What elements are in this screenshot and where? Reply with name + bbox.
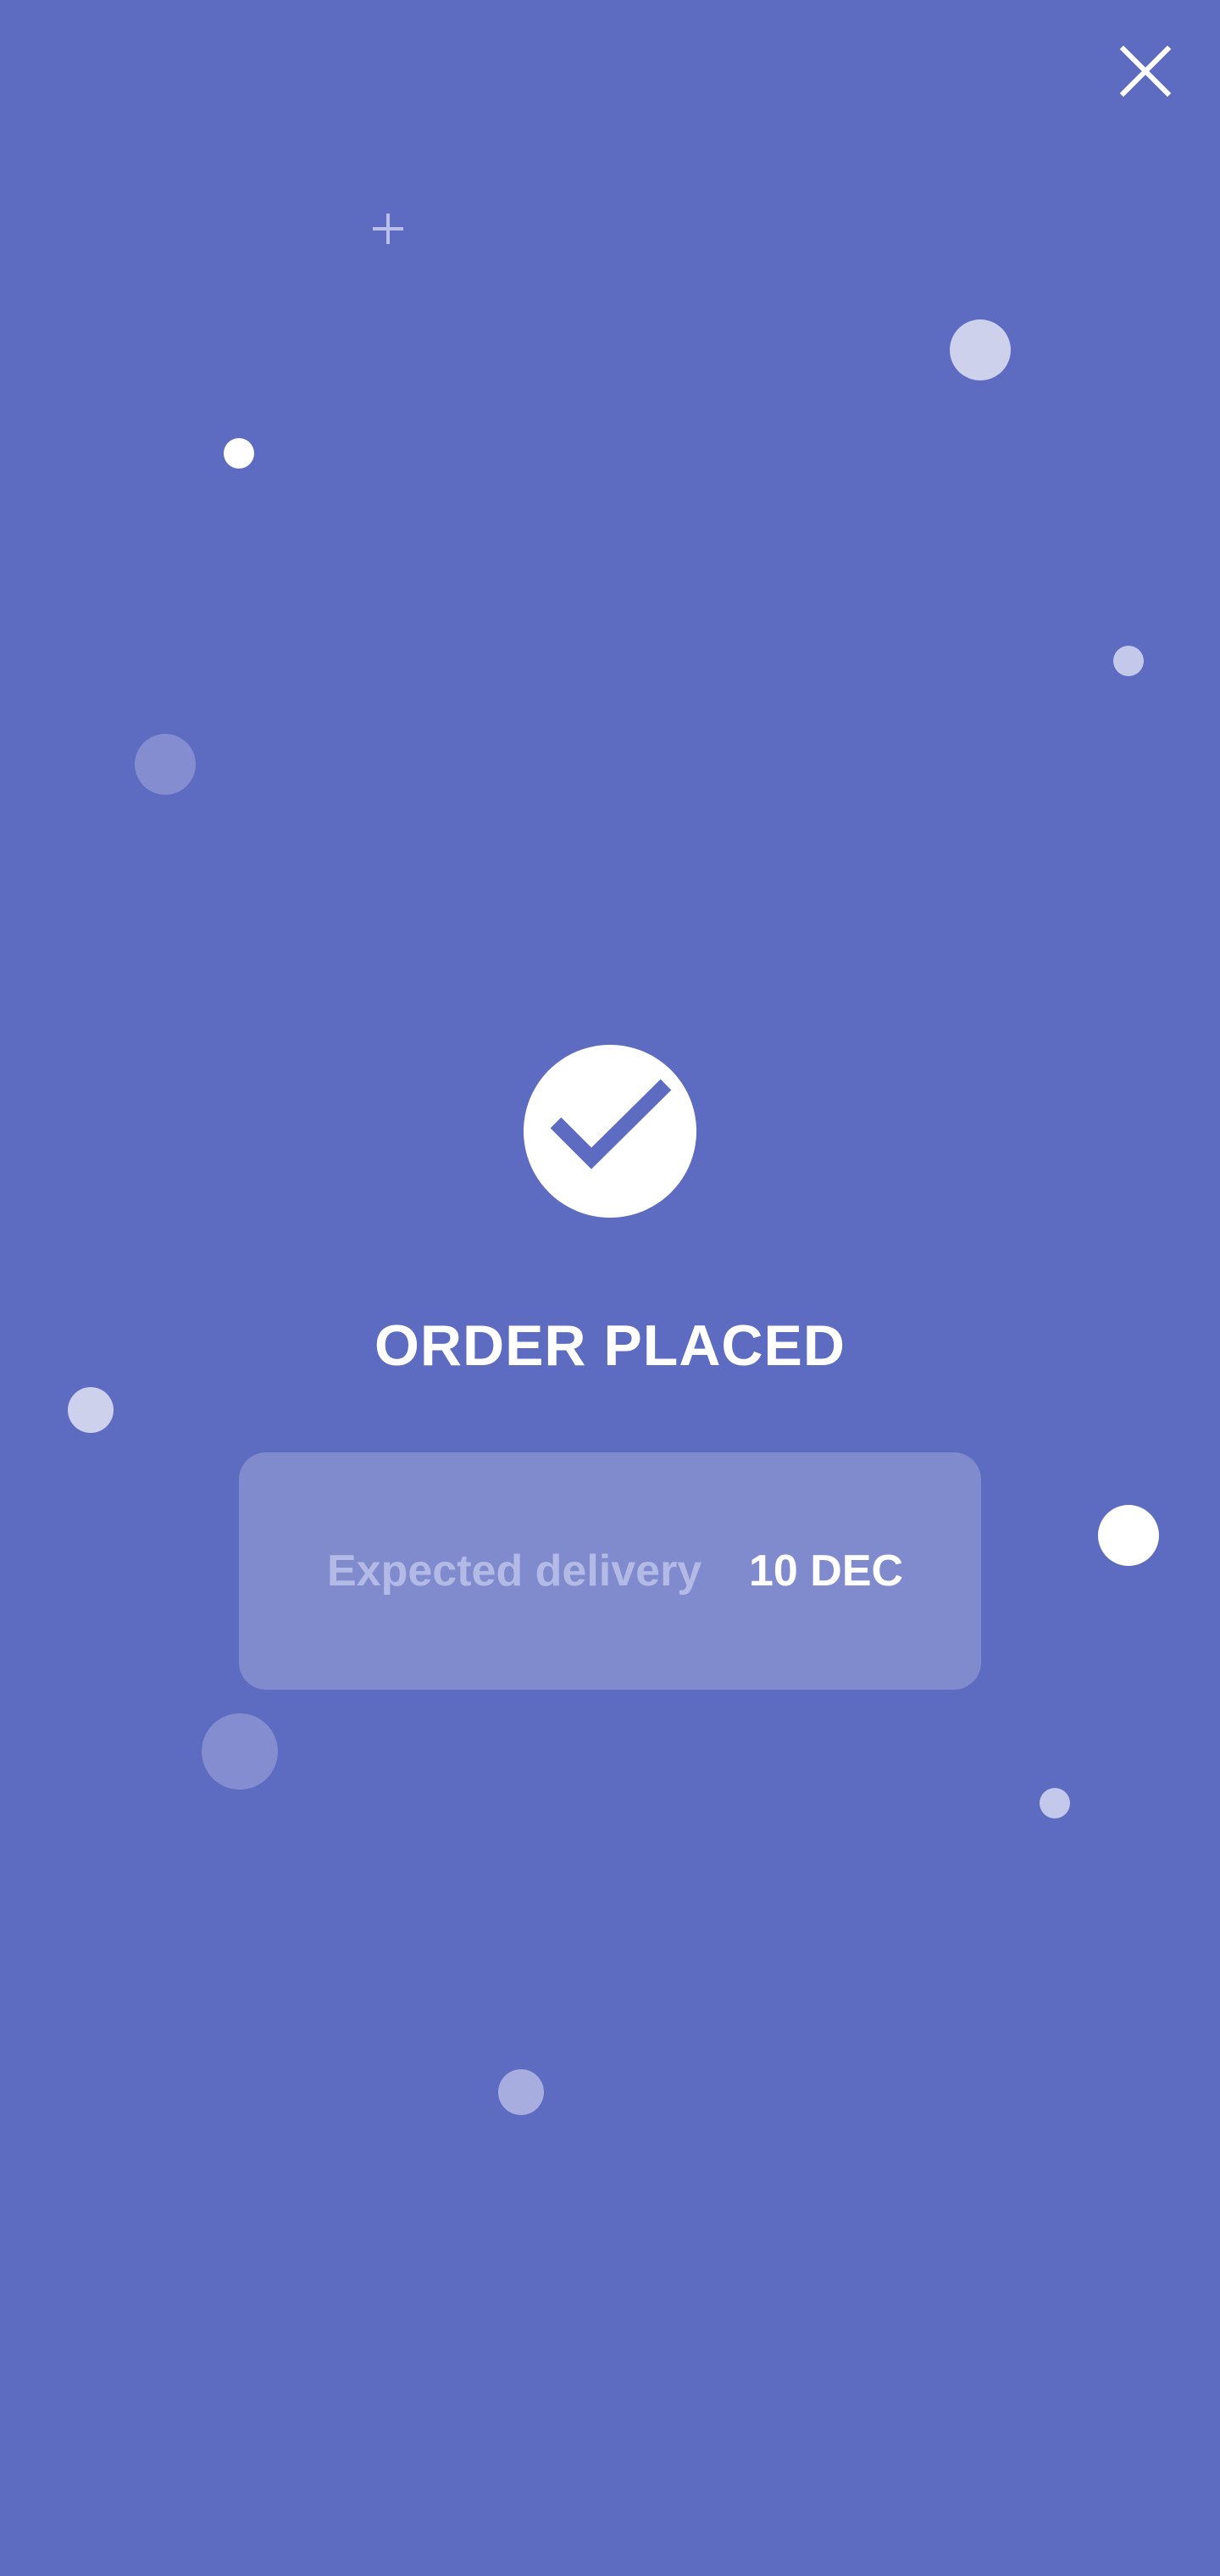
confetti-dot <box>1113 646 1144 676</box>
confetti-dot <box>950 319 1011 380</box>
confetti-dot <box>68 1387 114 1433</box>
check-circle-icon <box>550 1079 672 1169</box>
close-button[interactable] <box>1115 41 1176 102</box>
order-status-title: ORDER PLACED <box>374 1313 846 1378</box>
delivery-info-card: Expected delivery 10 DEC <box>239 1452 981 1690</box>
confetti-dot <box>1098 1505 1159 1566</box>
confetti-dot <box>135 734 196 795</box>
confetti-dot <box>224 438 254 469</box>
confetti-dot <box>1040 1788 1070 1818</box>
delivery-date: 10 DEC <box>749 1546 904 1596</box>
delivery-label: Expected delivery <box>327 1546 702 1596</box>
confetti-dot <box>498 2069 544 2115</box>
confetti-dot <box>202 1713 278 1790</box>
plus-icon <box>368 208 408 249</box>
close-icon <box>1119 45 1172 97</box>
success-check-badge <box>524 1045 696 1218</box>
